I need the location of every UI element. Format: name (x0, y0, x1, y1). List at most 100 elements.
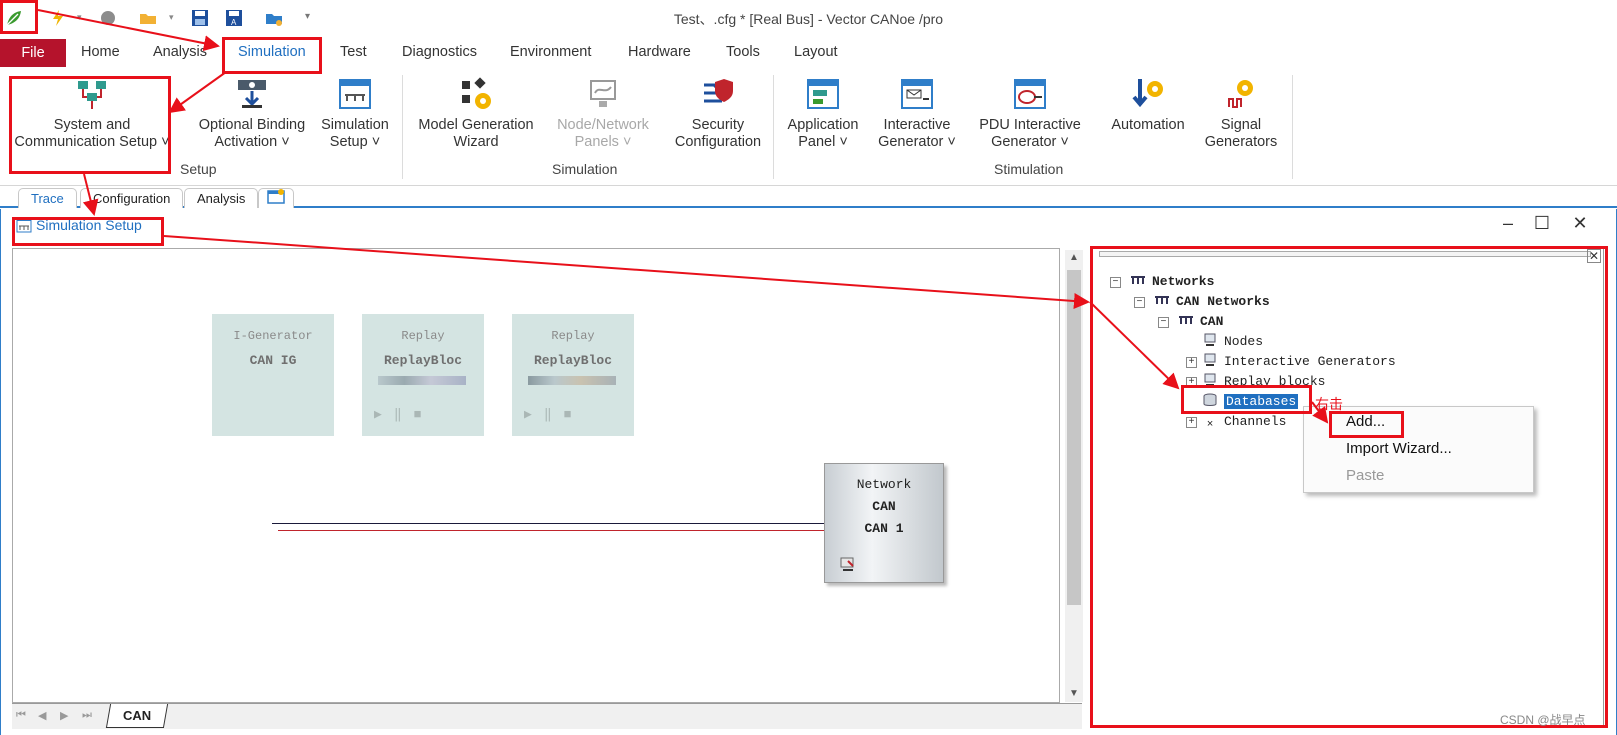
application-panel-button[interactable]: Application Panel ˅ (780, 69, 866, 151)
tree-label: CAN Networks (1176, 294, 1270, 309)
application-panel-icon (807, 79, 839, 109)
collapse-toggle-icon[interactable]: − (1110, 277, 1121, 288)
menu-bar: File Home Analysis Simulation Test Diagn… (0, 37, 1617, 69)
tree-label: Channels (1224, 414, 1287, 429)
tree-item-nodes[interactable]: Nodes (1202, 333, 1263, 351)
system-communication-setup-button[interactable]: System and Communication Setup ˅ (12, 69, 172, 151)
replay-block[interactable]: Replay ReplayBloc ▶‖■ (512, 314, 634, 436)
sheet-tab-label: CAN (123, 708, 152, 723)
network-kind: Network (856, 477, 912, 492)
menu-environment[interactable]: Environment (510, 44, 591, 60)
tree-item-replay-blocks[interactable]: Replay blocks (1202, 373, 1325, 391)
menu-item-paste[interactable]: Paste (1346, 467, 1384, 484)
tree-label: Interactive Generators (1224, 354, 1396, 369)
tree-label: Nodes (1224, 334, 1264, 349)
simulation-setup-button[interactable]: Simulation Setup ˅ (318, 69, 392, 151)
interactive-generator-block[interactable]: I-Generator CAN IG (212, 314, 334, 436)
simulation-setup-icon (339, 79, 371, 109)
replay-block[interactable]: Replay ReplayBloc ▶‖■ (362, 314, 484, 436)
collapse-toggle-icon[interactable]: − (1134, 297, 1145, 308)
block-kind: Replay (551, 329, 595, 343)
bus-line (278, 530, 826, 531)
menu-simulation[interactable]: Simulation (238, 44, 306, 60)
ribbon-separator (773, 75, 774, 179)
tab-analysis[interactable]: Analysis (184, 188, 259, 208)
next-sheet-icon[interactable]: ▶ (60, 709, 68, 722)
tree-label: CAN (1200, 314, 1224, 329)
interactive-generator-button[interactable]: Interactive Generator ˅ (872, 69, 962, 151)
window-caption: Simulation Setup (12, 213, 142, 237)
menu-test[interactable]: Test (340, 44, 367, 60)
expand-toggle-icon[interactable]: + (1186, 377, 1197, 388)
menu-item-import-wizard[interactable]: Import Wizard... (1346, 440, 1452, 457)
playback-controls[interactable]: ▶‖■ (524, 407, 583, 422)
sheet-tab-can[interactable]: CAN (105, 704, 169, 728)
first-sheet-icon[interactable]: ⏮ (16, 709, 26, 722)
annotation-label: 右击 (1315, 396, 1343, 412)
signal-generators-button[interactable]: Signal Generators (1196, 69, 1286, 151)
ribbon-label: System and (53, 117, 131, 133)
node-icon (1204, 353, 1216, 366)
document-tabs: Trace Configuration Analysis (0, 186, 1617, 208)
optional-binding-activation-button[interactable]: Optional Binding Activation ˅ (190, 69, 314, 151)
ribbon-label: Application (787, 117, 859, 133)
ribbon-group-setup: Setup (180, 161, 217, 177)
tree-item-channels[interactable]: × Channels (1202, 413, 1287, 432)
minimize-button[interactable]: – (1494, 213, 1522, 234)
bus-line (272, 523, 826, 524)
close-panel-icon[interactable]: ✕ (1587, 249, 1601, 263)
new-window-icon (267, 189, 285, 204)
network-block[interactable]: Network CAN CAN 1 (824, 463, 944, 583)
menu-diagnostics[interactable]: Diagnostics (402, 44, 477, 60)
menu-analysis[interactable]: Analysis (153, 44, 207, 60)
interactive-generator-icon (901, 79, 933, 109)
playback-controls[interactable]: ▶‖■ (374, 407, 433, 422)
ribbon-group-stimulation: Stimulation (994, 161, 1064, 177)
security-configuration-icon (704, 79, 733, 103)
ribbon-label: Activation ˅ (214, 134, 290, 150)
pdu-interactive-generator-button[interactable]: PDU Interactive Generator ˅ (972, 69, 1088, 151)
automation-button[interactable]: Automation (1104, 69, 1192, 134)
menu-hardware[interactable]: Hardware (628, 44, 691, 60)
tree-item-databases[interactable]: Databases (1202, 393, 1299, 411)
last-sheet-icon[interactable]: ⏭ (82, 709, 92, 722)
ribbon-label: Wizard (453, 134, 499, 150)
block-name: ReplayBloc (383, 353, 462, 368)
scroll-down-icon[interactable]: ▼ (1069, 688, 1079, 699)
node-network-panels-button[interactable]: Node/Network Panels ˅ (548, 69, 658, 151)
tree-label: Replay blocks (1224, 374, 1326, 389)
ribbon-label: Simulation (321, 117, 389, 133)
tab-configuration[interactable]: Configuration (80, 188, 184, 208)
menu-home[interactable]: Home (81, 44, 120, 60)
maximize-button[interactable]: ☐ (1528, 213, 1556, 234)
ribbon-label: Automation (1111, 117, 1185, 133)
system-communication-setup-icon (78, 81, 106, 109)
tree-item-interactive-generators[interactable]: Interactive Generators (1202, 353, 1396, 371)
menu-layout[interactable]: Layout (794, 44, 838, 60)
menu-item-add[interactable]: Add... (1346, 413, 1385, 430)
scrollbar-thumb[interactable] (1067, 270, 1081, 605)
tab-trace[interactable]: Trace (18, 188, 77, 208)
prev-sheet-icon[interactable]: ◀ (38, 709, 46, 722)
security-configuration-button[interactable]: Security Configuration (666, 69, 770, 151)
tree-item-can[interactable]: CAN (1178, 313, 1223, 331)
network-name: CAN 1 (864, 521, 904, 536)
tree-item-networks[interactable]: Networks (1130, 273, 1214, 291)
tree-item-can-networks[interactable]: CAN Networks (1154, 293, 1270, 311)
scroll-up-icon[interactable]: ▲ (1069, 252, 1079, 263)
ribbon: System and Communication Setup ˅ Optiona… (0, 69, 1617, 186)
collapse-toggle-icon[interactable]: − (1158, 317, 1169, 328)
block-kind: I-Generator (233, 329, 313, 343)
block-name: ReplayBloc (533, 353, 612, 368)
ribbon-label: Generator ˅ (991, 134, 1069, 150)
menu-file[interactable]: File (0, 39, 66, 67)
close-button[interactable]: ✕ (1566, 213, 1594, 234)
menu-tools[interactable]: Tools (726, 44, 760, 60)
tab-new-window[interactable] (258, 188, 294, 208)
expand-toggle-icon[interactable]: + (1186, 357, 1197, 368)
block-kind: Replay (401, 329, 445, 343)
model-generation-wizard-button[interactable]: Model Generation Wizard (410, 69, 542, 151)
ribbon-label: Communication Setup ˅ (14, 134, 170, 150)
ribbon-separator (402, 75, 403, 179)
expand-toggle-icon[interactable]: + (1186, 417, 1197, 428)
